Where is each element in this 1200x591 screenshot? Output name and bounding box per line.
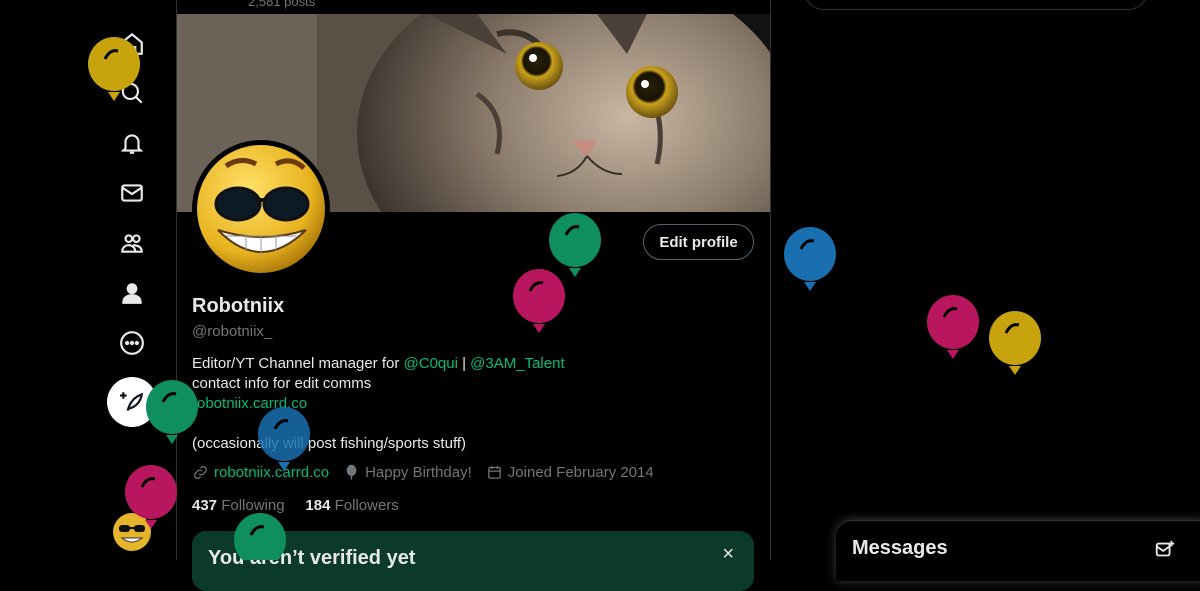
balloon-green-3 xyxy=(234,513,286,560)
user-handle: @robotniix_ xyxy=(192,323,273,340)
profile-bio: Editor/YT Channel manager for @C0qui | @… xyxy=(192,354,565,454)
balloon-pink-1 xyxy=(513,269,565,333)
mention-link-c0qui[interactable]: @C0qui xyxy=(404,355,458,372)
joined-date: Joined February 2014 xyxy=(507,464,654,481)
following-link[interactable]: 437 Following xyxy=(192,497,285,514)
post-count: 2,581 posts xyxy=(248,0,316,9)
mail-icon xyxy=(121,184,143,202)
primary-column-right-border xyxy=(770,0,771,560)
search-box[interactable] xyxy=(804,0,1148,10)
bio-text-line2: contact info for edit comms xyxy=(192,375,372,392)
balloon-yellow-2 xyxy=(989,311,1041,375)
new-message-icon[interactable] xyxy=(1154,539,1176,561)
bio-separator: | xyxy=(457,355,471,372)
nav-more[interactable] xyxy=(116,327,148,359)
following-count: 437 xyxy=(192,497,218,514)
messages-title: Messages xyxy=(852,537,948,559)
people-icon xyxy=(121,234,143,253)
messages-drawer[interactable]: Messages xyxy=(836,520,1200,581)
birthday-text: Happy Birthday! xyxy=(365,464,472,481)
nav-messages[interactable] xyxy=(116,177,148,209)
messages-actions xyxy=(1154,539,1176,566)
birthday-meta: Happy Birthday! xyxy=(343,464,472,481)
feather-plus-icon xyxy=(120,392,144,411)
nav-communities[interactable] xyxy=(116,227,148,259)
balloon-pink-2 xyxy=(927,295,979,359)
sunglasses-emoji-avatar-icon xyxy=(197,145,325,273)
display-name: Robotniix xyxy=(192,295,285,317)
nav-notifications[interactable] xyxy=(116,127,148,159)
bio-text: Editor/YT Channel manager for xyxy=(192,355,404,372)
following-label: Following xyxy=(221,497,285,514)
calendar-icon xyxy=(487,466,501,479)
joined-meta: Joined February 2014 xyxy=(486,464,654,481)
bio-text-line4: (occasionally will post fishing/sports s… xyxy=(192,435,466,452)
balloon-icon xyxy=(346,464,357,480)
followers-link[interactable]: 184 Followers xyxy=(305,497,398,514)
nav-profile[interactable] xyxy=(116,277,148,309)
mention-link-3am-talent[interactable]: @3AM_Talent xyxy=(470,355,564,372)
bell-icon xyxy=(120,134,144,154)
balloon-green-2 xyxy=(146,380,198,444)
more-icon xyxy=(120,331,144,355)
balloon-blue-2 xyxy=(258,407,310,471)
person-icon xyxy=(122,283,142,304)
link-icon xyxy=(194,466,207,479)
followers-count: 184 xyxy=(305,497,331,514)
balloon-pink-3 xyxy=(125,465,177,529)
balloon-blue-1 xyxy=(784,227,836,291)
followers-label: Followers xyxy=(334,497,399,514)
close-icon[interactable]: × xyxy=(722,543,734,566)
balloon-yellow-1 xyxy=(88,37,140,101)
edit-profile-button[interactable]: Edit profile xyxy=(643,224,754,260)
profile-avatar[interactable] xyxy=(192,140,330,278)
follow-stats: 437 Following 184 Followers xyxy=(192,497,399,514)
